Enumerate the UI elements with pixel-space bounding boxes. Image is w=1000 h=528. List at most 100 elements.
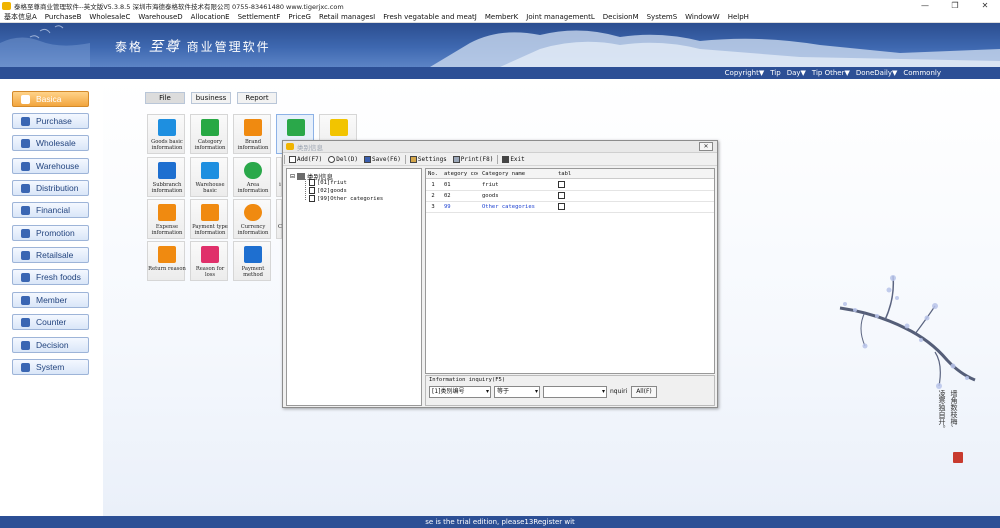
loss-icon <box>201 246 219 263</box>
menu-member[interactable]: MemberK <box>481 13 522 21</box>
nav-counter[interactable]: Counter <box>12 314 89 330</box>
cell-name[interactable]: goods <box>478 191 558 201</box>
folder-icon <box>297 172 306 180</box>
cell-name[interactable]: friut <box>478 180 558 190</box>
module-return-reason[interactable]: Return reason <box>147 241 186 281</box>
nav-label: System <box>36 362 65 372</box>
module-loss-reason[interactable]: Reason for loss <box>190 241 228 281</box>
query-all-button[interactable]: All(F) <box>631 386 657 398</box>
menu-fresh[interactable]: Fresh vegatable and meatJ <box>379 13 481 21</box>
module-warehouse-basic[interactable]: Warehouse basic <box>190 157 228 197</box>
menu-warehouse[interactable]: WarehouseD <box>134 13 186 21</box>
nav-retailsale[interactable]: Retailsale <box>12 247 89 263</box>
nav-label: Member <box>36 295 68 305</box>
header-table[interactable]: tabl <box>558 169 582 178</box>
cell-name[interactable]: Other categories <box>478 202 558 212</box>
cell-code[interactable]: 02 <box>440 191 478 201</box>
menu-joint[interactable]: Joint managementL <box>522 13 599 21</box>
table-row[interactable]: 3 99 Other categories <box>426 202 714 213</box>
minimize-button[interactable]: — <box>910 0 940 11</box>
nav-decision[interactable]: Decision <box>12 337 89 353</box>
table-checkbox[interactable] <box>558 192 565 199</box>
cell-code[interactable]: 99 <box>440 202 478 212</box>
left-nav: Basica Purchase Wholesale Warehouse Dist… <box>0 79 103 516</box>
nav-label: Warehouse <box>36 161 80 171</box>
header-category-name[interactable]: Category name <box>478 169 558 178</box>
query-field-select[interactable]: [1]类别编号 ▾ <box>429 386 491 398</box>
dialog-title-bar: 类别信息 ✕ <box>283 141 717 153</box>
nav-system[interactable]: System <box>12 359 89 375</box>
menu-window[interactable]: WindowW <box>681 13 724 21</box>
module-expense[interactable]: Expense information <box>147 199 185 239</box>
table-row[interactable]: 1 01 friut <box>426 180 714 191</box>
toolbar-separator <box>497 155 499 164</box>
tab-business[interactable]: business <box>191 92 231 104</box>
copyright-menu[interactable]: Copyright▼ <box>722 69 768 77</box>
module-currency[interactable]: Currency information <box>233 199 271 239</box>
nav-wholesale[interactable]: Wholesale <box>12 135 89 151</box>
exit-button[interactable]: Exit <box>499 156 527 163</box>
table-row[interactable]: 2 02 goods <box>426 191 714 202</box>
tab-file[interactable]: File <box>145 92 185 104</box>
collapse-toggle-icon[interactable]: ⊟ <box>290 173 295 180</box>
done-daily-menu[interactable]: DoneDaily▼ <box>853 69 901 77</box>
menu-wholesale[interactable]: WholesaleC <box>85 13 134 21</box>
tab-report[interactable]: Report <box>237 92 277 104</box>
query-value-input[interactable]: ▾ <box>543 386 607 398</box>
menu-purchase[interactable]: PurchaseB <box>41 13 86 21</box>
module-payment-method[interactable]: Payment method <box>233 241 271 281</box>
close-button[interactable]: ✕ <box>970 0 1000 11</box>
menu-price[interactable]: PriceG <box>284 13 315 21</box>
nav-fresh-foods[interactable]: Fresh foods <box>12 269 89 285</box>
eraser-icon <box>328 156 336 163</box>
shop-icon <box>158 162 176 179</box>
restore-button[interactable]: ❐ <box>940 0 970 11</box>
nav-purchase[interactable]: Purchase <box>12 113 89 129</box>
dialog-toolbar: Add(F7) Del(D) Save(F6) Settings Print(F… <box>283 154 717 166</box>
print-label: Print(F8) <box>460 156 494 163</box>
bag-icon <box>158 119 176 136</box>
header-no[interactable]: No. <box>426 169 440 178</box>
query-operator-select[interactable]: 等于 ▾ <box>494 386 540 398</box>
tree-node-other[interactable]: [99]Other categories <box>309 195 383 202</box>
tree-node-friut[interactable]: [01]friut <box>309 179 347 186</box>
table-checkbox[interactable] <box>558 181 565 188</box>
day-menu[interactable]: Day▼ <box>784 69 809 77</box>
query-label: Information inquiry(F5) <box>429 377 506 383</box>
nav-financial[interactable]: Financial <box>12 202 89 218</box>
module-subbranch[interactable]: Subbranch information <box>147 157 185 197</box>
delete-button[interactable]: Del(D) <box>325 156 361 163</box>
menu-basic[interactable]: 基本信息A <box>0 12 41 22</box>
nav-basic[interactable]: Basica <box>12 91 89 107</box>
menu-allocation[interactable]: AllocationE <box>187 13 234 21</box>
menu-retail[interactable]: Retail managesI <box>315 13 379 21</box>
tip-link[interactable]: Tip <box>767 69 783 77</box>
cell-table <box>558 191 582 201</box>
nav-distribution[interactable]: Distribution <box>12 180 89 196</box>
save-button[interactable]: Save(F6) <box>361 156 404 163</box>
commonly-link[interactable]: Commonly <box>900 69 944 77</box>
print-button[interactable]: Print(F8) <box>450 156 497 163</box>
menu-settlement[interactable]: SettlementF <box>234 13 285 21</box>
menu-system[interactable]: SystemS <box>643 13 682 21</box>
menu-help[interactable]: HelpH <box>724 13 753 21</box>
table-checkbox[interactable] <box>558 203 565 210</box>
module-payment-type[interactable]: Payment type information <box>190 199 228 239</box>
settings-button[interactable]: Settings <box>407 156 450 163</box>
nav-warehouse[interactable]: Warehouse <box>12 158 89 174</box>
module-area[interactable]: Area information <box>233 157 271 197</box>
module-category[interactable]: Category information <box>190 114 228 154</box>
query-operator-value: 等于 <box>497 388 510 395</box>
menu-decision[interactable]: DecisionM <box>599 13 643 21</box>
tree-node-goods[interactable]: [02]goods <box>309 187 347 194</box>
add-button[interactable]: Add(F7) <box>286 156 325 163</box>
dialog-close-button[interactable]: ✕ <box>699 142 713 151</box>
module-brand[interactable]: Brand information <box>233 114 271 154</box>
nav-promotion[interactable]: Promotion <box>12 225 89 241</box>
cell-code[interactable]: 01 <box>440 180 478 190</box>
header-category-code[interactable]: ategory cod <box>440 169 478 178</box>
tip-other-menu[interactable]: Tip Other▼ <box>809 69 853 77</box>
module-goods-basic[interactable]: Goods basic information <box>147 114 185 154</box>
quick-toolbar: Copyright▼ Tip Day▼ Tip Other▼ DoneDaily… <box>0 67 1000 79</box>
nav-member[interactable]: Member <box>12 292 89 308</box>
